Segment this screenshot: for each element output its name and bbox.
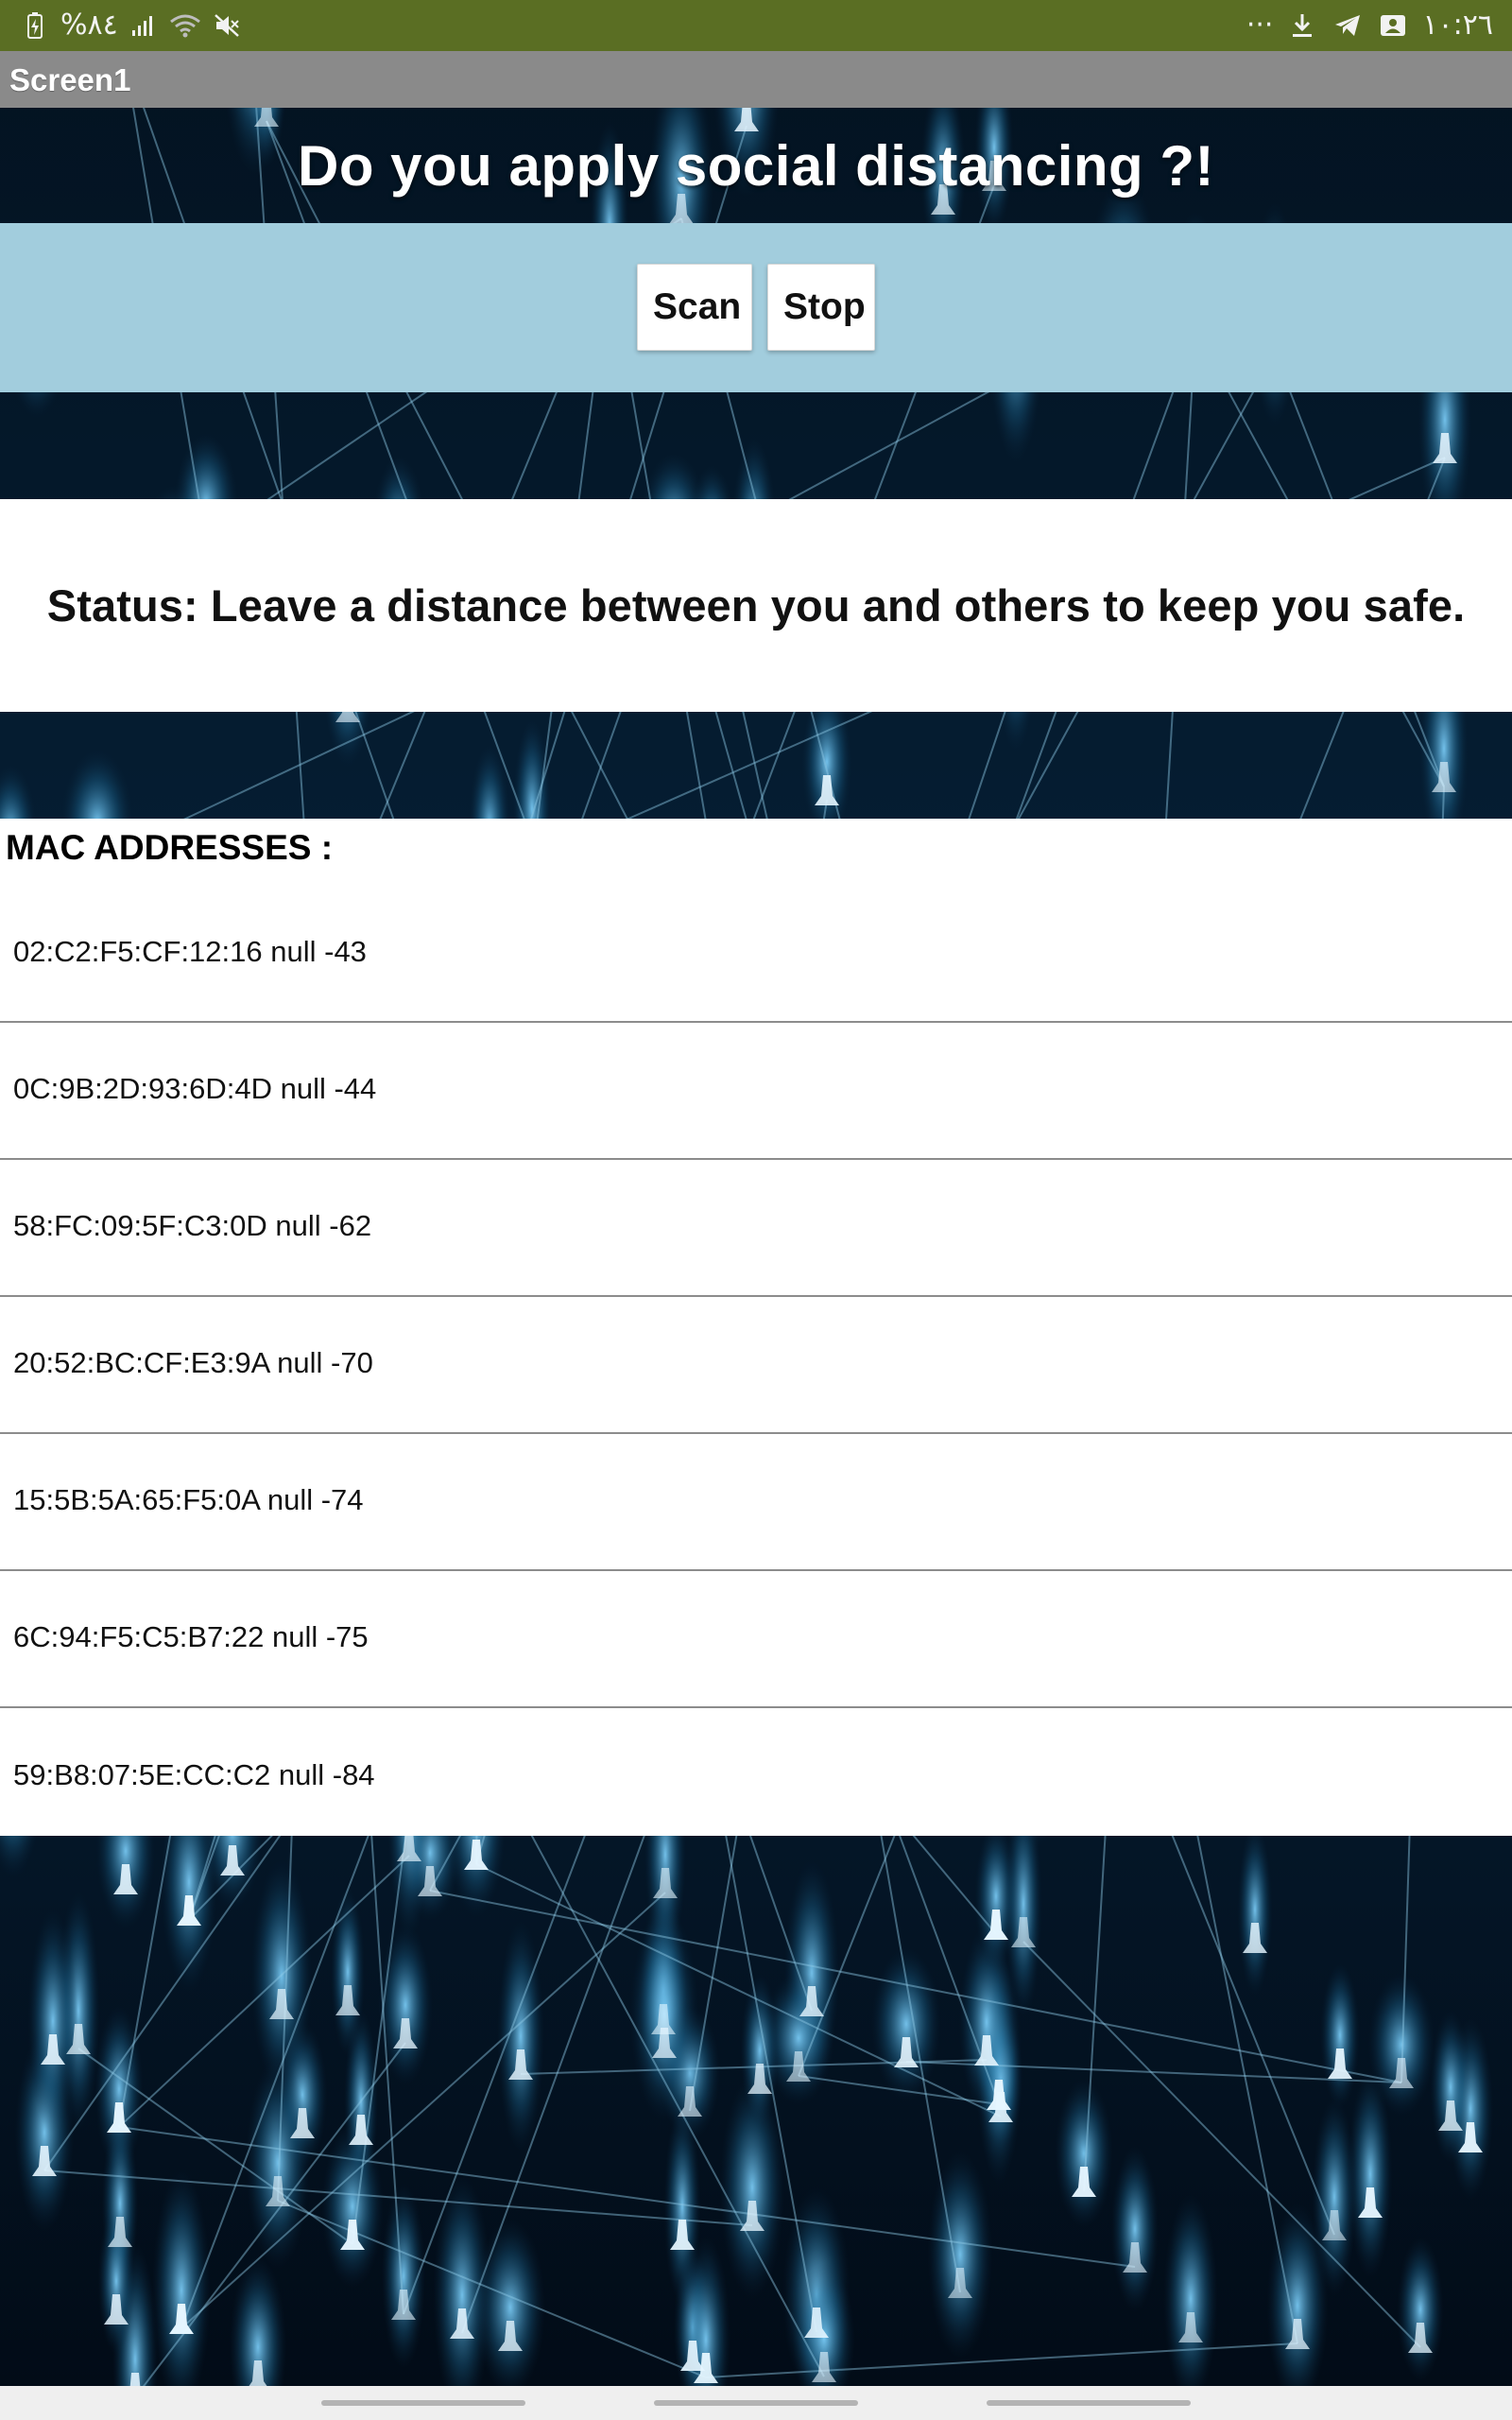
system-status-bar: %٨٤ ··· ١٠:٢٦ [0, 0, 1512, 51]
battery-icon [19, 9, 51, 42]
list-item[interactable]: 59:B8:07:5E:CC:C2 null -84 [0, 1708, 1512, 1845]
app-title: Screen1 [9, 62, 131, 97]
status-bar-left: %٨٤ [19, 9, 243, 42]
mac-address-text: 02:C2:F5:CF:12:16 null -43 [13, 934, 367, 968]
network-glow [1237, 1824, 1273, 1996]
mac-addresses-title: MAC ADDRESSES : [6, 828, 334, 867]
telegram-icon [1332, 9, 1364, 42]
network-glow [27, 1909, 78, 2134]
scan-button[interactable]: Scan [637, 263, 752, 351]
navigation-bar [0, 2386, 1512, 2420]
list-item[interactable]: 20:52:BC:CF:E3:9A null -70 [0, 1297, 1512, 1434]
network-glow [1430, 2010, 1471, 2165]
mac-address-text: 20:52:BC:CF:E3:9A null -70 [13, 1345, 373, 1379]
stop-button[interactable]: Stop [767, 263, 875, 351]
status-bar-right: ··· ١٠:٢٦ [1246, 9, 1493, 42]
button-band: Scan Stop [0, 223, 1512, 392]
list-item[interactable]: 02:C2:F5:CF:12:16 null -43 [0, 886, 1512, 1023]
mac-address-text: 59:B8:07:5E:CC:C2 null -84 [13, 1757, 375, 1791]
wifi-icon [169, 9, 201, 42]
mac-address-list[interactable]: 02:C2:F5:CF:12:16 null -43 0C:9B:2D:93:6… [0, 886, 1512, 1845]
signal-icon [128, 9, 160, 42]
clock: ١٠:٢٦ [1422, 9, 1493, 42]
headline-area: Do you apply social distancing ?! [0, 108, 1512, 223]
mac-addresses-panel: MAC ADDRESSES : 02:C2:F5:CF:12:16 null -… [0, 819, 1512, 1836]
status-label: Status: Leave a distance between you and… [46, 580, 1466, 631]
network-glow [927, 2150, 993, 2360]
network-glow [1110, 2146, 1160, 2312]
overflow-dots: ··· [1246, 9, 1274, 42]
mac-address-text: 58:FC:09:5F:C3:0D null -62 [13, 1208, 372, 1242]
download-icon [1286, 9, 1318, 42]
network-glow [1397, 2237, 1444, 2382]
status-panel: Status: Leave a distance between you and… [0, 499, 1512, 712]
mac-address-text: 6C:94:F5:C5:B7:22 null -75 [13, 1619, 369, 1653]
gallery-icon [1377, 9, 1409, 42]
network-glow [1055, 2079, 1113, 2228]
headline-text: Do you apply social distancing ?! [298, 133, 1214, 198]
network-glow [321, 2124, 384, 2289]
mute-icon [211, 9, 243, 42]
battery-percent: %٨٤ [60, 9, 118, 42]
nav-recents-handle[interactable] [321, 2400, 525, 2406]
network-glow [497, 1921, 544, 2152]
network-glow [740, 1974, 780, 2127]
nav-back-handle[interactable] [987, 2400, 1191, 2406]
network-glow [1163, 2194, 1218, 2404]
list-item[interactable]: 0C:9B:2D:93:6D:4D null -44 [0, 1023, 1512, 1160]
list-item[interactable]: 58:FC:09:5F:C3:0D null -62 [0, 1160, 1512, 1297]
network-glow [246, 2057, 310, 2269]
network-glow [152, 2169, 211, 2412]
network-glow [1320, 1962, 1360, 2109]
app-title-bar: Screen1 [0, 51, 1512, 108]
mac-address-text: 15:5B:5A:65:F5:0A null -74 [13, 1482, 364, 1516]
nav-home-handle[interactable] [654, 2400, 858, 2406]
network-glow [871, 1946, 941, 2101]
list-item[interactable]: 6C:94:F5:C5:B7:22 null -75 [0, 1571, 1512, 1708]
mac-address-text: 0C:9B:2D:93:6D:4D null -44 [13, 1071, 377, 1105]
list-item[interactable]: 15:5B:5A:65:F5:0A null -74 [0, 1434, 1512, 1571]
